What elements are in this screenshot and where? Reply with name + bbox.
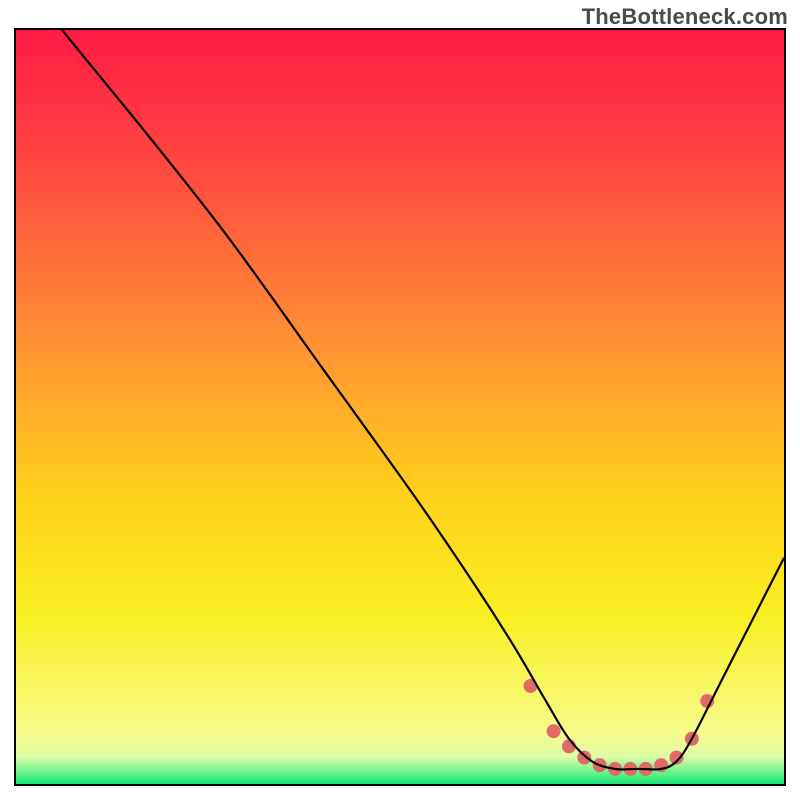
highlight-marker [547,724,561,738]
highlight-marker [577,751,591,765]
chart-svg [16,30,784,784]
watermark-label: TheBottleneck.com [582,4,788,30]
plot-frame [14,28,786,786]
chart-stage: TheBottleneck.com [0,0,800,800]
gradient-background [16,30,784,784]
